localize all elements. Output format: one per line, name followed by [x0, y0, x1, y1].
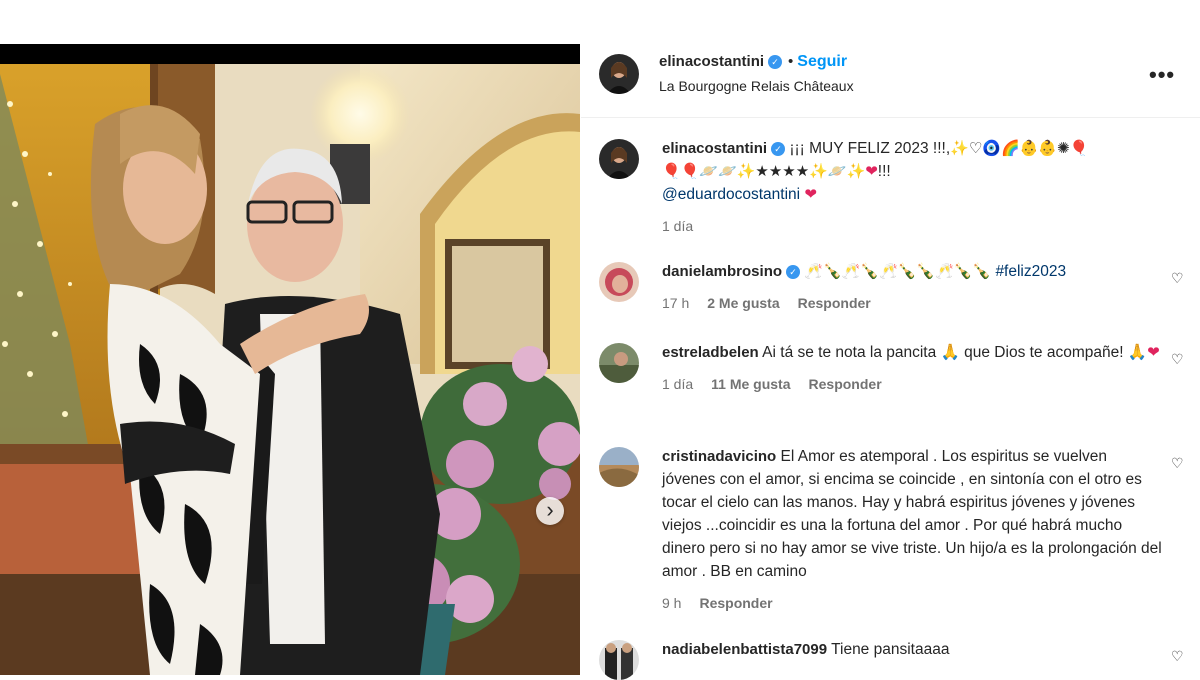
like-heart-icon[interactable]: ♡	[1171, 351, 1184, 368]
comment-time[interactable]: 17 h	[662, 295, 689, 311]
comment-meta: 17 h 2 Me gusta Responder	[662, 292, 1162, 315]
reply-button[interactable]: Responder	[699, 595, 772, 611]
comment-meta: 9 h Responder	[662, 592, 1162, 615]
caption-emoji-line2: 🎈🎈🪐🪐✨★★★★✨🪐✨	[662, 162, 866, 180]
comment-meta: 1 día 11 Me gusta Responder	[662, 373, 1162, 396]
comment-body: estreladbelen Ai tá se te nota la pancit…	[662, 341, 1162, 396]
caption-emoji-line1: ✨♡🧿🌈👶👶✺🎈	[950, 139, 1089, 157]
comment-text: Ai tá se te nota la pancita 🙏 que Dios t…	[762, 344, 1148, 361]
carousel-next-button[interactable]: ›	[536, 497, 564, 525]
chevron-right-icon: ›	[546, 496, 554, 522]
author-avatar[interactable]	[599, 54, 639, 94]
comment-likes[interactable]: 11 Me gusta	[711, 376, 790, 392]
post-side-panel: elinacostantini ✓ • Seguir La Bourgogne Rel…	[581, 44, 1200, 680]
caption-time[interactable]: 1 día	[662, 218, 693, 234]
comment-text: El Amor es atemporal . Los espiritus se …	[662, 448, 1162, 580]
caption-meta: 1 día	[662, 215, 1162, 238]
comment-username[interactable]: nadiabelenbattista7099	[662, 641, 827, 658]
reply-button[interactable]: Responder	[798, 295, 871, 311]
verified-icon: ✓	[786, 265, 801, 279]
hashtag-link[interactable]: #feliz2023	[995, 263, 1066, 280]
caption-avatar[interactable]	[599, 139, 639, 179]
post-photo[interactable]: ›	[0, 44, 580, 675]
mention-link[interactable]: @eduardocostantini	[662, 186, 800, 203]
commenter-avatar[interactable]	[599, 447, 639, 487]
author-line: elinacostantini ✓ • Seguir	[659, 53, 847, 71]
comment-body: danielambrosino ✓ 🥂🍾🥂🍾🥂🍾🍾🥂🍾🍾 #feliz2023 1…	[662, 260, 1162, 315]
comment-body: nadiabelenbattista7099 Tiene pansitaaaa	[662, 638, 1162, 661]
more-options-icon[interactable]: •••	[1149, 62, 1175, 88]
commenter-avatar[interactable]	[599, 640, 639, 680]
comment-username[interactable]: danielambrosino	[662, 263, 782, 280]
comment-body: cristinadavicino El Amor es atemporal . …	[662, 445, 1162, 615]
comment-time[interactable]: 1 día	[662, 376, 693, 392]
follow-button[interactable]: Seguir	[797, 53, 847, 70]
heart-icon: ❤	[1147, 343, 1160, 361]
caption-text: ¡¡¡ MUY FELIZ 2023 !!!,	[789, 140, 951, 157]
comment-text: Tiene pansitaaaa	[831, 641, 950, 658]
author-username[interactable]: elinacostantini	[659, 53, 764, 70]
reply-button[interactable]: Responder	[809, 376, 882, 392]
comment-time[interactable]: 9 h	[662, 595, 681, 611]
separator-dot: •	[788, 53, 794, 70]
like-heart-icon[interactable]: ♡	[1171, 455, 1184, 472]
commenter-avatar[interactable]	[599, 262, 639, 302]
comment-username[interactable]: cristinadavicino	[662, 448, 776, 465]
heart-icon: ❤	[804, 185, 817, 203]
heart-icon: ❤	[865, 162, 878, 180]
like-heart-icon[interactable]: ♡	[1171, 648, 1184, 665]
caption-body: elinacostantini ✓ ¡¡¡ MUY FELIZ 2023 !!!,…	[662, 137, 1162, 238]
comment-username[interactable]: estreladbelen	[662, 344, 759, 361]
comment-emoji: 🥂🍾🥂🍾🥂🍾🍾🥂🍾🍾	[804, 262, 992, 280]
post-header: elinacostantini ✓ • Seguir La Bourgogne Rel…	[581, 44, 1200, 118]
comment-likes[interactable]: 2 Me gusta	[707, 295, 779, 311]
post-location[interactable]: La Bourgogne Relais Châteaux	[659, 78, 854, 94]
photo-image	[0, 64, 580, 675]
verified-icon: ✓	[768, 55, 783, 69]
caption-exclaim: !!!	[877, 163, 891, 180]
like-heart-icon[interactable]: ♡	[1171, 270, 1184, 287]
caption-username[interactable]: elinacostantini	[662, 140, 767, 157]
commenter-avatar[interactable]	[599, 343, 639, 383]
verified-icon: ✓	[771, 142, 786, 156]
